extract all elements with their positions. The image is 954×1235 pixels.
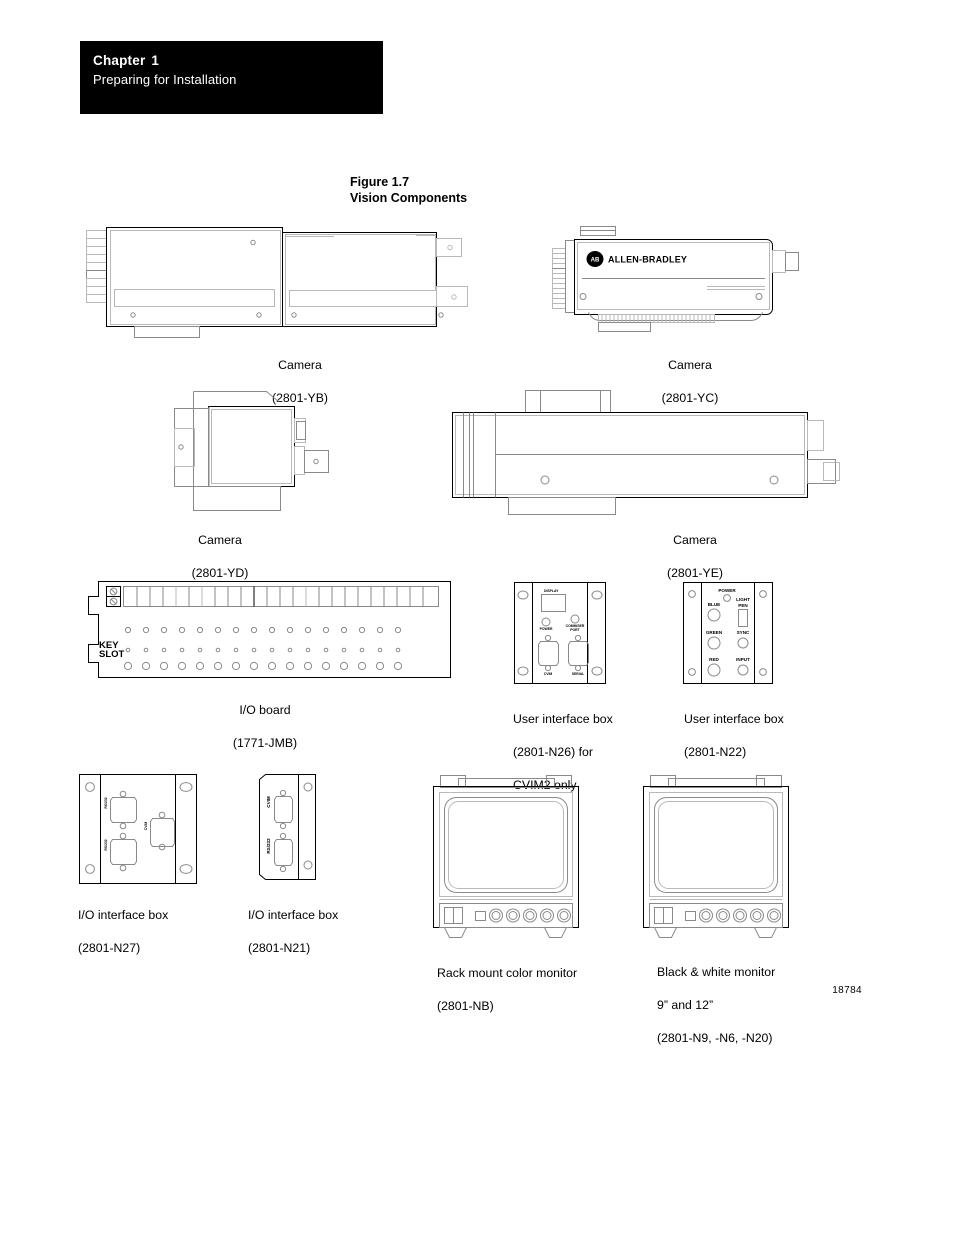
camera-2801-yb-illustration bbox=[86, 224, 496, 339]
monitor-knobs bbox=[489, 908, 571, 923]
panel-label-rs232-upper: RS/232 bbox=[104, 797, 108, 808]
caption-line: I/O interface box bbox=[248, 907, 339, 922]
caption-line: User interface box bbox=[684, 711, 784, 726]
black-white-monitor-illustration bbox=[638, 772, 800, 944]
caption-line: Black & white monitor bbox=[657, 964, 776, 979]
panel-label-rs232-lower: RS/232 bbox=[104, 839, 108, 850]
io-interface-box-2801-n27-illustration: RS/232 RS/232 CVIM bbox=[78, 773, 198, 885]
key-slot-label-line2: SLOT bbox=[99, 649, 125, 660]
user-interface-box-2801-n22-illustration: POWER BLUE LIGHT PEN GREEN SYNC RED INPU… bbox=[682, 581, 774, 685]
allen-bradley-logo: AB ALLEN-BRADLEY bbox=[586, 251, 687, 267]
caption-line: I/O board bbox=[239, 702, 291, 717]
caption-line: 9” and 12” bbox=[657, 997, 714, 1012]
caption-line: (2801-YE) bbox=[666, 565, 724, 580]
connector-teeth bbox=[598, 314, 715, 323]
edge-connector bbox=[123, 586, 439, 607]
camera-2801-ye-illustration bbox=[445, 390, 860, 515]
caption-line: Camera bbox=[673, 532, 717, 547]
caption-io-interface-box-n27: I/O interface box (2801-N27) bbox=[78, 890, 248, 973]
component-holes-row3 bbox=[123, 661, 403, 671]
chapter-header-banner: Chapter 1 Preparing for Installation bbox=[80, 41, 383, 114]
panel-label-green: GREEN bbox=[706, 630, 723, 635]
caption-io-board: I/O board (1771-JMB) bbox=[200, 685, 330, 768]
chapter-label-row: Chapter 1 bbox=[93, 51, 383, 70]
caption-line: (2801-N9, -N6, -N20) bbox=[657, 1030, 773, 1045]
caption-line: (2801-N26) for bbox=[513, 744, 593, 759]
caption-line: (2801-NB) bbox=[437, 998, 494, 1013]
chapter-number: 1 bbox=[151, 53, 160, 68]
camera-2801-yc-illustration: AB ALLEN-BRADLEY bbox=[552, 226, 817, 336]
panel-label-serial: SERIAL bbox=[572, 672, 584, 676]
rack-mount-color-monitor-illustration bbox=[428, 772, 590, 944]
figure-title-block: Figure 1.7 Vision Components bbox=[350, 174, 467, 206]
panel-label-power: POWER bbox=[718, 588, 736, 593]
caption-line: (2801-N21) bbox=[248, 940, 311, 955]
chapter-label: Chapter bbox=[93, 53, 146, 68]
component-holes-row2 bbox=[125, 647, 401, 653]
panel-label-cvim: CVIM bbox=[144, 822, 148, 831]
caption-line: Camera bbox=[278, 357, 322, 372]
heat-fins bbox=[552, 248, 566, 309]
panel-label-pen: PEN bbox=[738, 603, 748, 608]
caption-black-white-monitor: Black & white monitor 9” and 12” (2801-N… bbox=[657, 947, 887, 1063]
chapter-title: Preparing for Installation bbox=[93, 72, 237, 87]
panel-label-light: LIGHT bbox=[736, 597, 750, 602]
panel-label-power: POWER bbox=[540, 627, 553, 631]
document-page: Chapter 1 Preparing for Installation Figu… bbox=[0, 0, 954, 1235]
brand-label-text: ALLEN-BRADLEY bbox=[608, 255, 687, 265]
user-interface-box-2801-n26-illustration: DISPLAY POWER COMM/SER PORT CVIM SERIAL bbox=[513, 581, 607, 685]
component-holes-row1 bbox=[124, 626, 402, 634]
caption-line: Camera bbox=[668, 357, 712, 372]
panel-label-display: DISPLAY bbox=[544, 589, 559, 593]
caption-user-interface-box-n22: User interface box (2801-N22) bbox=[684, 694, 844, 777]
caption-line: (1771-JMB) bbox=[232, 735, 298, 750]
caption-line: (2801-N27) bbox=[78, 940, 141, 955]
monitor-knobs bbox=[699, 908, 781, 923]
figure-title: Vision Components bbox=[350, 191, 468, 205]
figure-number: Figure 1.7 bbox=[350, 175, 410, 189]
panel-label-cvim: CVIM bbox=[266, 796, 271, 808]
camera-2801-yd-illustration bbox=[160, 388, 335, 513]
caption-rack-mount-color-monitor: Rack mount color monitor (2801-NB) bbox=[437, 948, 657, 1031]
caption-io-interface-box-n21: I/O interface box (2801-N21) bbox=[248, 890, 418, 973]
io-interface-box-2801-n21-illustration: CVIM RS/232 bbox=[254, 773, 318, 885]
io-board-1771-jmb-illustration: KEY SLOT bbox=[82, 578, 457, 688]
caption-line: (2801-N22) bbox=[684, 744, 747, 759]
panel-label-red: RED bbox=[709, 657, 719, 662]
ab-mark-text: AB bbox=[591, 258, 600, 264]
panel-label-rs232: RS/232 bbox=[266, 838, 271, 854]
caption-line: Rack mount color monitor bbox=[437, 965, 578, 980]
caption-line: Camera bbox=[198, 532, 242, 547]
panel-label-input: INPUT bbox=[736, 657, 750, 662]
figure-reference-number: 18784 bbox=[832, 985, 862, 996]
heat-fins bbox=[86, 230, 107, 303]
panel-label-port: PORT bbox=[570, 628, 580, 632]
panel-label-blue: BLUE bbox=[708, 602, 721, 607]
caption-line: User interface box bbox=[513, 711, 613, 726]
caption-line: I/O interface box bbox=[78, 907, 169, 922]
panel-label-cvim: CVIM bbox=[544, 672, 553, 676]
panel-label-sync: SYNC bbox=[737, 630, 750, 635]
